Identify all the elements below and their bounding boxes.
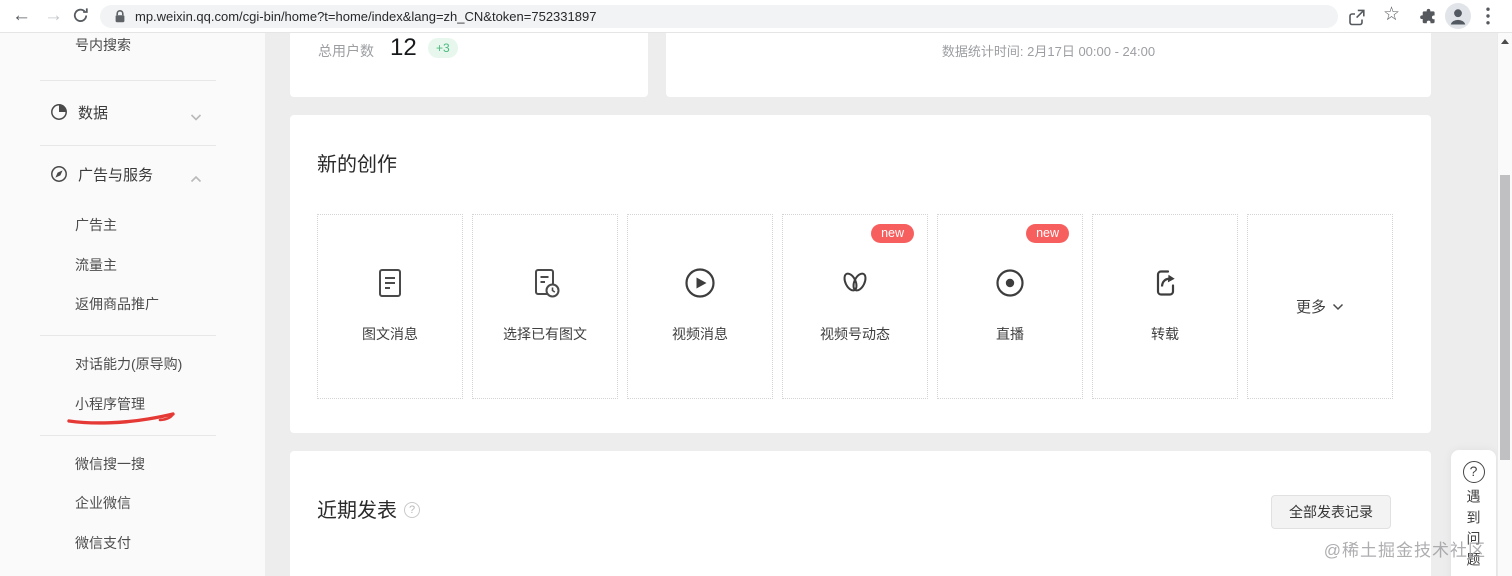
creation-card-more[interactable]: 更多 <box>1247 214 1393 399</box>
sidebar-item-traffic-owner[interactable]: 流量主 <box>75 255 117 275</box>
creation-card-label: 视频消息 <box>672 326 728 342</box>
help-question-icon[interactable]: ? <box>404 502 420 518</box>
page-scrollbar[interactable] <box>1497 33 1512 576</box>
feedback-label: 遇到问题 <box>1465 489 1482 573</box>
page-body: 号内搜索 数据 广告与服务 广告主 流量主 返佣商品推广 对话能力(原导购) 小… <box>0 33 1512 576</box>
total-users-delta-badge: +3 <box>428 38 458 58</box>
extensions-puzzle-icon[interactable] <box>1419 8 1438 32</box>
browser-menu-dots-icon[interactable] <box>1486 7 1490 30</box>
creation-card-label: 直播 <box>996 326 1024 342</box>
chevron-down-icon[interactable] <box>190 108 202 126</box>
address-bar[interactable]: mp.weixin.qq.com/cgi-bin/home?t=home/ind… <box>100 5 1338 28</box>
compass-icon <box>50 165 68 188</box>
total-users-card: 总用户数 12 +3 <box>290 33 648 97</box>
repost-icon <box>1093 266 1237 305</box>
recent-posts-title: 近期发表 <box>317 500 397 522</box>
sidebar: 号内搜索 数据 广告与服务 广告主 流量主 返佣商品推广 对话能力(原导购) 小… <box>0 33 265 576</box>
creation-card-article[interactable]: 图文消息 <box>317 214 463 399</box>
sidebar-divider <box>40 335 216 336</box>
article-icon <box>318 266 462 305</box>
data-time-card: 数据统计时间: 2月17日 00:00 - 24:00 <box>666 33 1431 97</box>
chevron-down-icon <box>1332 303 1344 310</box>
sidebar-item-account-search[interactable]: 号内搜索 <box>75 35 131 55</box>
wechat-mp-home-screen: ← → mp.weixin.qq.com/cgi-bin/home?t=home… <box>0 0 1512 576</box>
sidebar-divider <box>40 435 216 436</box>
url-text: mp.weixin.qq.com/cgi-bin/home?t=home/ind… <box>135 9 597 24</box>
chevron-up-icon[interactable] <box>190 170 202 188</box>
sidebar-item-wechat-pay[interactable]: 微信支付 <box>75 533 131 553</box>
red-annotation-underline <box>66 411 178 432</box>
new-creation-title: 新的创作 <box>317 154 397 176</box>
video-play-icon <box>628 266 772 305</box>
article-clock-icon <box>473 266 617 305</box>
scrollbar-thumb[interactable] <box>1500 175 1510 460</box>
creation-card-label: 选择已有图文 <box>503 326 587 342</box>
sidebar-item-wechat-search[interactable]: 微信搜一搜 <box>75 454 145 474</box>
question-circle-icon: ? <box>1462 461 1485 483</box>
sidebar-item-ads-services[interactable]: 广告与服务 <box>78 164 153 185</box>
creation-card-label: 转载 <box>1151 326 1179 342</box>
data-time-note: 数据统计时间: 2月17日 00:00 - 24:00 <box>941 44 1156 59</box>
new-badge: new <box>871 224 914 243</box>
browser-toolbar: ← → mp.weixin.qq.com/cgi-bin/home?t=home… <box>0 0 1512 33</box>
new-creation-section: 新的创作 图文消息 选择已有图文 视频消息 new 视频号动态 new 直播 转… <box>290 115 1431 433</box>
sidebar-item-wecom[interactable]: 企业微信 <box>75 493 131 513</box>
channels-icon <box>783 266 927 305</box>
browser-refresh-icon[interactable] <box>72 7 89 29</box>
share-icon[interactable] <box>1347 7 1367 32</box>
creation-card-row: 图文消息 选择已有图文 视频消息 new 视频号动态 new 直播 转载 更多 <box>317 214 1393 399</box>
all-publish-records-button[interactable]: 全部发表记录 <box>1271 495 1391 529</box>
creation-card-repost[interactable]: 转载 <box>1092 214 1238 399</box>
bookmark-star-icon[interactable]: ☆ <box>1383 3 1400 26</box>
scroll-up-arrow-icon[interactable] <box>1501 39 1509 44</box>
creation-card-video[interactable]: 视频消息 <box>627 214 773 399</box>
live-icon <box>938 266 1082 305</box>
sidebar-divider <box>40 145 216 146</box>
creation-card-channels[interactable]: new 视频号动态 <box>782 214 928 399</box>
sidebar-item-advertiser[interactable]: 广告主 <box>75 215 117 235</box>
sidebar-divider <box>40 80 216 81</box>
recent-posts-section: 近期发表 ? 全部发表记录 <box>290 451 1431 576</box>
total-users-label: 总用户数 <box>318 43 374 59</box>
sidebar-item-dialog-ability[interactable]: 对话能力(原导购) <box>75 354 182 374</box>
creation-card-label: 图文消息 <box>362 326 418 342</box>
more-label: 更多 <box>1295 299 1326 316</box>
total-users-value: 12 <box>390 34 417 61</box>
feedback-widget[interactable]: ? 遇到问题 <box>1451 450 1496 576</box>
lock-icon <box>114 9 126 24</box>
new-badge: new <box>1026 224 1069 243</box>
browser-back-icon[interactable]: ← <box>12 4 31 28</box>
sidebar-item-commission-promo[interactable]: 返佣商品推广 <box>75 294 159 314</box>
creation-card-existing-article[interactable]: 选择已有图文 <box>472 214 618 399</box>
creation-card-live[interactable]: new 直播 <box>937 214 1083 399</box>
creation-card-label: 视频号动态 <box>820 326 890 342</box>
browser-forward-icon[interactable]: → <box>44 4 63 28</box>
sidebar-item-data[interactable]: 数据 <box>78 102 108 123</box>
pie-chart-icon <box>50 103 68 126</box>
profile-avatar[interactable] <box>1445 3 1471 34</box>
